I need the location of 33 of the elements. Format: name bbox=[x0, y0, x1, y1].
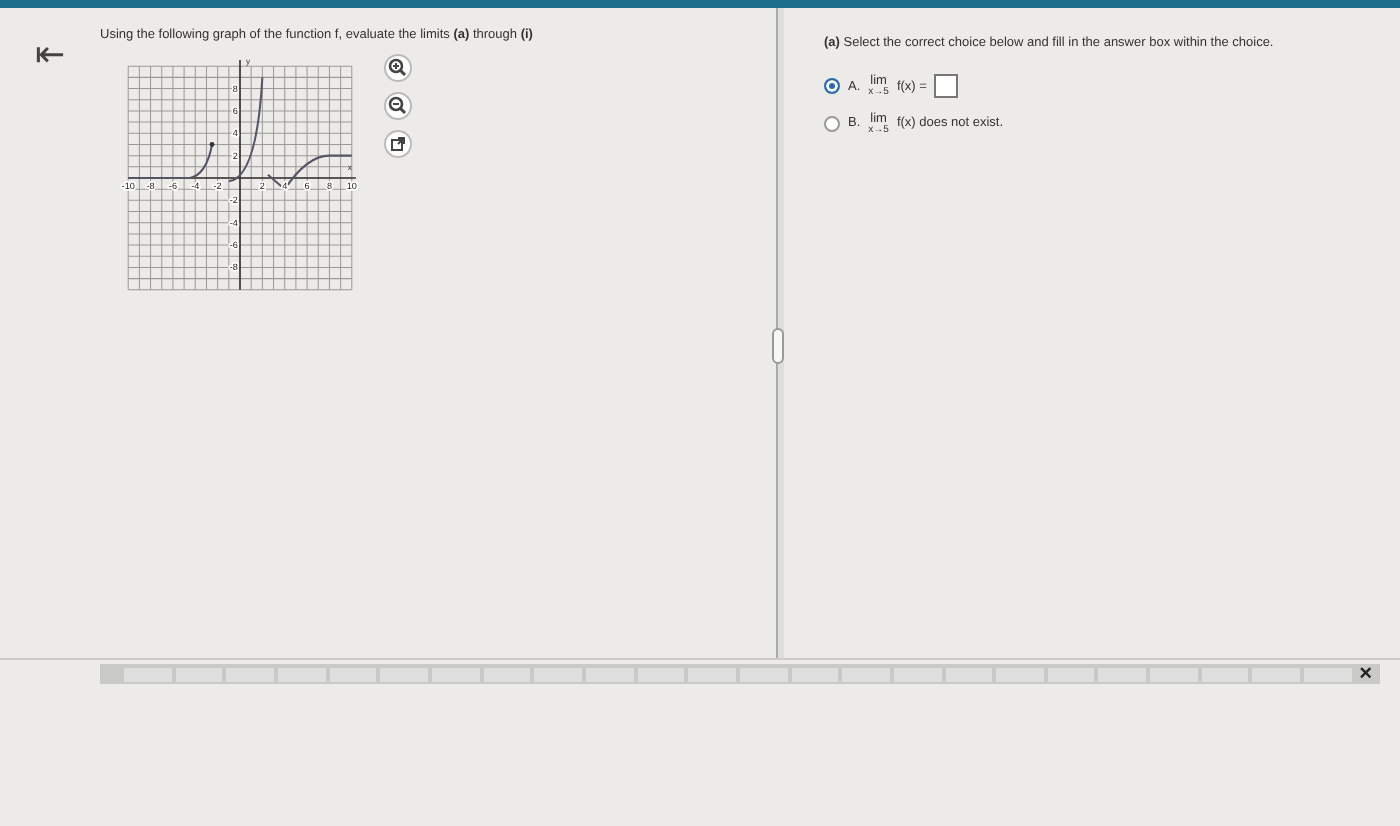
toolbar-button[interactable] bbox=[226, 667, 274, 681]
toolbar-button[interactable] bbox=[688, 667, 736, 681]
toolbar-button[interactable] bbox=[329, 667, 377, 681]
toolbar-button[interactable] bbox=[637, 667, 685, 681]
toolbar-button[interactable] bbox=[1047, 667, 1095, 681]
zoom-out-icon[interactable] bbox=[384, 92, 412, 120]
toolbar-button[interactable] bbox=[380, 667, 428, 681]
toolbar-button[interactable] bbox=[534, 667, 582, 681]
resize-handle[interactable] bbox=[772, 328, 784, 364]
toolbar-button[interactable] bbox=[893, 667, 941, 681]
toolbar-button[interactable] bbox=[1150, 667, 1198, 681]
toolbar-button[interactable] bbox=[483, 667, 531, 681]
close-button[interactable]: × bbox=[1351, 664, 1380, 684]
toolbar-button[interactable] bbox=[791, 667, 839, 681]
toolbar-button[interactable] bbox=[277, 667, 326, 681]
zoom-in-icon[interactable] bbox=[384, 54, 412, 82]
radio-button[interactable] bbox=[824, 115, 840, 132]
radio-button[interactable] bbox=[824, 78, 840, 95]
toolbar-button[interactable] bbox=[1201, 667, 1249, 681]
toolbar-button[interactable] bbox=[1252, 667, 1301, 681]
toolbar-button[interactable] bbox=[739, 667, 788, 681]
toolbar-button[interactable] bbox=[175, 667, 223, 681]
toolbar-button[interactable] bbox=[996, 667, 1044, 681]
toolbar-button[interactable] bbox=[431, 667, 480, 681]
toolbar-button[interactable] bbox=[585, 667, 634, 681]
open-external-icon[interactable] bbox=[384, 130, 412, 158]
answer-box[interactable] bbox=[934, 74, 959, 99]
toolbar-button[interactable] bbox=[945, 667, 993, 681]
toolbar-button[interactable] bbox=[1304, 667, 1352, 681]
collapse-button[interactable]: ⇤ bbox=[0, 24, 100, 84]
toolbar-button[interactable] bbox=[124, 667, 172, 681]
toolbar-button[interactable] bbox=[842, 667, 890, 681]
toolbar-button[interactable] bbox=[1098, 667, 1147, 681]
